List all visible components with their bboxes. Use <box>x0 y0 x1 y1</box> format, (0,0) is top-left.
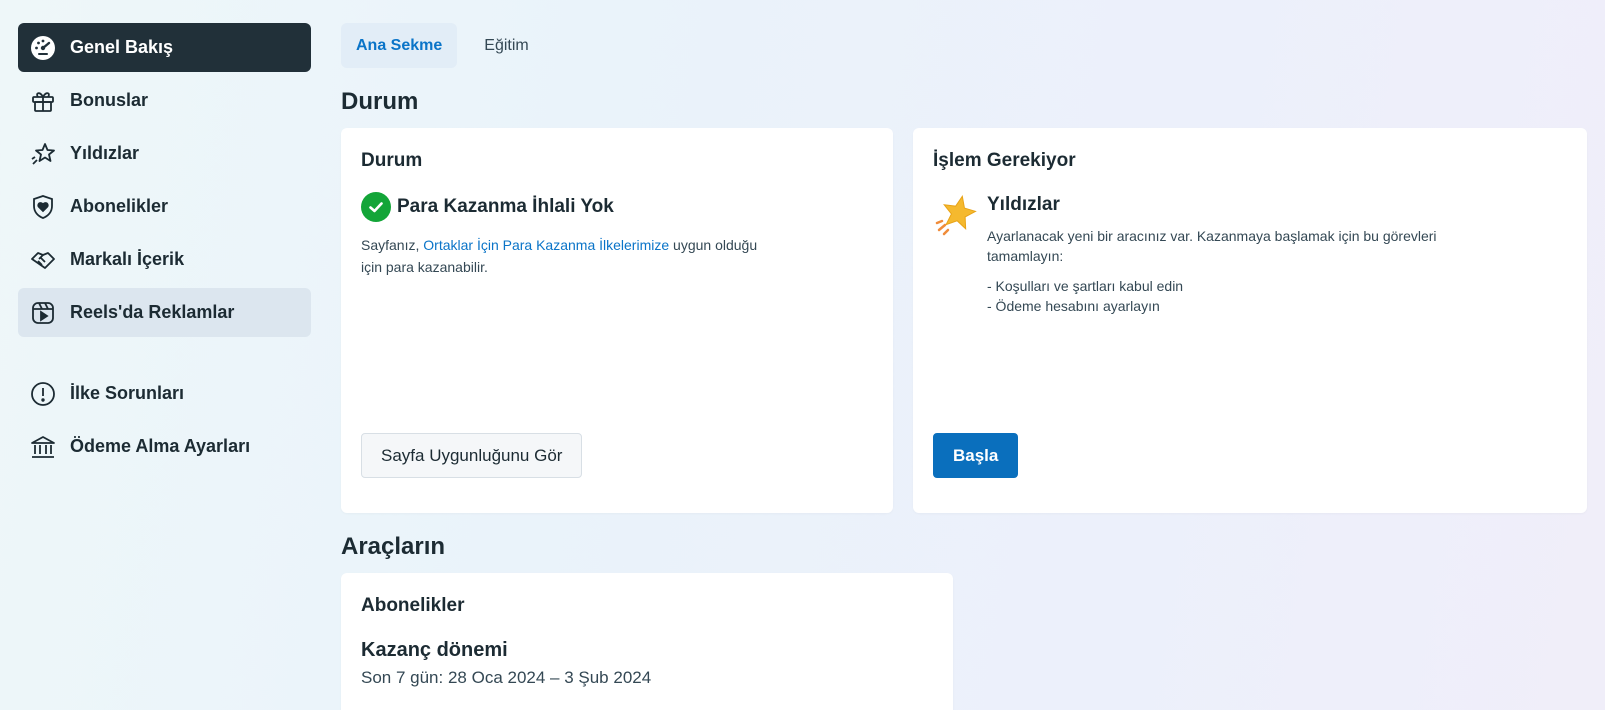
status-card-title: Durum <box>361 150 423 171</box>
main-content: Ana Sekme Eğitim Durum Durum Para Kazanm… <box>341 23 1587 710</box>
task-title: Yıldızlar <box>987 194 1060 215</box>
stars-task: Yıldızlar Ayarlanacak yeni bir aracınız … <box>933 192 1567 316</box>
desc-before: Sayfanız, <box>361 237 424 253</box>
status-description: Sayfanız, Ortaklar İçin Para Kazanma İlk… <box>361 234 781 278</box>
sidebar-item-stars[interactable]: Yıldızlar <box>18 129 311 178</box>
tab-home[interactable]: Ana Sekme <box>341 23 458 68</box>
sidebar-item-label: Ödeme Alma Ayarları <box>70 436 251 456</box>
sidebar-item-policy-issues[interactable]: İlke Sorunları <box>18 369 311 418</box>
earning-period-title: Kazanç dönemi <box>361 639 508 661</box>
sidebar-item-label: Abonelikler <box>70 196 169 216</box>
reels-icon <box>30 300 56 326</box>
action-required-card: İşlem Gerekiyor Yıldızlar Ayarlanacak ye… <box>913 128 1587 513</box>
sidebar-item-payout-settings[interactable]: Ödeme Alma Ayarları <box>18 422 311 471</box>
task-list-item: - Ödeme hesabını ayarlayın <box>987 298 1160 314</box>
heart-shield-icon <box>30 194 56 220</box>
task-description: Ayarlanacak yeni bir aracınız var. Kazan… <box>987 228 1437 264</box>
status-row: Durum Para Kazanma İhlali Yok Sayfanız, … <box>341 128 1587 513</box>
task-list-item: - Koşulları ve şartları kabul edin <box>987 278 1184 294</box>
tab-training[interactable]: Eğitim <box>469 23 543 68</box>
dashboard-icon <box>30 35 56 61</box>
alert-circle-icon <box>30 381 56 407</box>
handshake-icon <box>30 247 56 273</box>
sidebar-item-label: Reels'da Reklamlar <box>70 302 235 322</box>
earning-period-range: Son 7 gün: 28 Oca 2024 – 3 Şub 2024 <box>361 668 652 687</box>
task-body: Yıldızlar Ayarlanacak yeni bir aracınız … <box>987 192 1457 316</box>
stars-icon <box>30 141 56 167</box>
subscriptions-card-title: Abonelikler <box>361 595 465 616</box>
sidebar-item-bonuses[interactable]: Bonuslar <box>18 76 311 125</box>
view-page-eligibility-button[interactable]: Sayfa Uygunluğunu Gör <box>361 433 583 478</box>
section-title-tools: Araçların <box>341 533 446 560</box>
sidebar-item-label: Yıldızlar <box>70 143 140 163</box>
tab-bar: Ana Sekme Eğitim <box>341 23 1587 68</box>
status-line: Para Kazanma İhlali Yok <box>361 192 873 222</box>
section-title-status: Durum <box>341 88 419 115</box>
start-button[interactable]: Başla <box>933 433 1019 478</box>
sidebar-item-label: Bonuslar <box>70 90 149 110</box>
bank-icon <box>30 434 56 460</box>
sidebar-item-branded-content[interactable]: Markalı İçerik <box>18 235 311 284</box>
sidebar-item-subscriptions[interactable]: Abonelikler <box>18 182 311 231</box>
status-text: Para Kazanma İhlali Yok <box>397 196 614 217</box>
sidebar-item-label: Genel Bakış <box>70 37 174 57</box>
status-card: Durum Para Kazanma İhlali Yok Sayfanız, … <box>341 128 893 513</box>
policy-link[interactable]: Ortaklar İçin Para Kazanma İlkelerimize <box>423 237 669 253</box>
star-icon <box>933 192 979 238</box>
task-list: - Koşulları ve şartları kabul edin - Öde… <box>987 276 1457 316</box>
sidebar: Genel Bakış Bonuslar Yıldızlar Abonelikl… <box>18 23 311 475</box>
gift-icon <box>30 88 56 114</box>
sidebar-item-overview[interactable]: Genel Bakış <box>18 23 311 72</box>
sidebar-item-label: Markalı İçerik <box>70 249 185 269</box>
check-circle-icon <box>361 192 391 222</box>
subscriptions-card: Abonelikler Kazanç dönemi Son 7 gün: 28 … <box>341 573 953 710</box>
sidebar-item-reels-ads[interactable]: Reels'da Reklamlar <box>18 288 311 337</box>
action-card-title: İşlem Gerekiyor <box>933 150 1076 171</box>
sidebar-item-label: İlke Sorunları <box>70 383 185 403</box>
